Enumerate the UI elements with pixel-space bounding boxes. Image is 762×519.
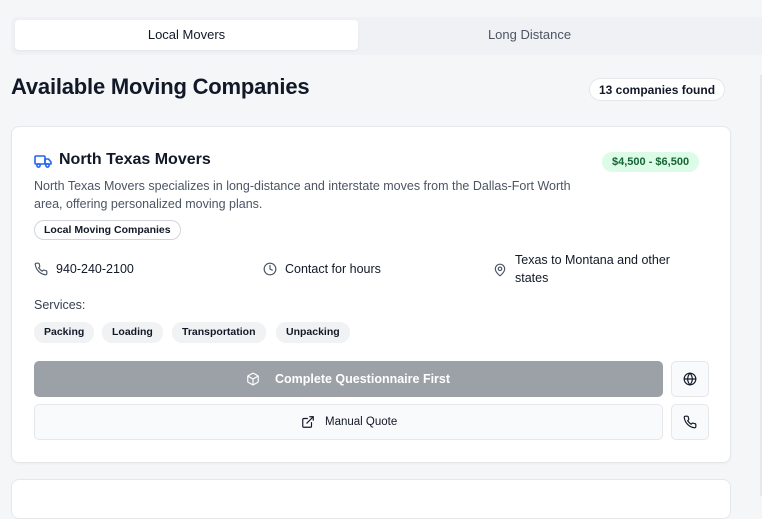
website-button[interactable] [671,361,709,397]
complete-questionnaire-label: Complete Questionnaire First [275,372,451,386]
manual-quote-button[interactable]: Manual Quote [34,404,663,440]
phone-icon [683,415,697,429]
manual-quote-label: Manual Quote [325,416,398,428]
service-tag: Loading [102,322,163,343]
truck-icon [34,155,52,168]
service-tag: Unpacking [276,322,350,343]
clock-icon [263,262,277,276]
phone-info: 940-240-2100 [34,260,234,278]
hours-text: Contact for hours [285,262,381,276]
service-area-info: Texas to Montana and other states [493,251,693,287]
hours-info: Contact for hours [263,260,463,278]
map-pin-icon [494,263,506,277]
tab-local-movers[interactable]: Local Movers [15,20,358,50]
company-description: North Texas Movers specializes in long-d… [34,179,571,211]
company-card: North Texas Movers $4,500 - $6,500 North… [11,126,731,463]
service-area-text: Texas to Montana and other states [515,253,670,285]
phone-icon [34,262,48,276]
service-tag: Transportation [172,322,266,343]
category-badge: Local Moving Companies [34,220,181,240]
service-tag: Packing [34,322,95,343]
results-count-badge: 13 companies found [589,78,726,101]
page-title: Available Moving Companies [11,74,310,99]
company-card-next [11,479,731,519]
phone-number[interactable]: 940-240-2100 [56,260,134,278]
services-label: Services: [34,298,86,312]
external-link-icon [302,416,314,428]
tab-long-distance[interactable]: Long Distance [358,20,701,50]
globe-icon [683,372,697,386]
mover-type-tabs: Local Movers Long Distance [11,17,762,55]
complete-questionnaire-button[interactable]: Complete Questionnaire First [34,361,663,397]
call-button[interactable] [671,404,709,440]
company-name[interactable]: North Texas Movers [59,151,211,169]
price-range-badge: $4,500 - $6,500 [602,152,700,172]
package-icon [247,372,259,386]
